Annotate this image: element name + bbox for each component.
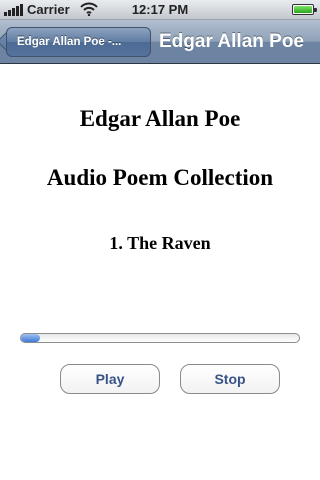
player-content: Edgar Allan Poe Audio Poem Collection 1.… bbox=[0, 64, 320, 480]
navigation-bar: Edgar Allan Poe -... Edgar Allan Poe bbox=[0, 20, 320, 64]
back-button[interactable]: Edgar Allan Poe -... bbox=[6, 27, 151, 57]
status-time: 12:17 PM bbox=[131, 2, 189, 17]
play-button[interactable]: Play bbox=[60, 364, 160, 394]
stop-button[interactable]: Stop bbox=[180, 364, 280, 394]
battery-icon bbox=[292, 4, 317, 15]
progress-fill bbox=[21, 334, 41, 342]
nav-title: Edgar Allan Poe bbox=[159, 31, 304, 52]
status-bar: Carrier 12:17 PM bbox=[0, 0, 320, 20]
playback-progress-bar[interactable] bbox=[20, 333, 300, 343]
track-title: 1. The Raven bbox=[109, 233, 211, 253]
collection-subtitle: Audio Poem Collection bbox=[46, 165, 274, 190]
poet-title: Edgar Allan Poe bbox=[79, 106, 241, 131]
